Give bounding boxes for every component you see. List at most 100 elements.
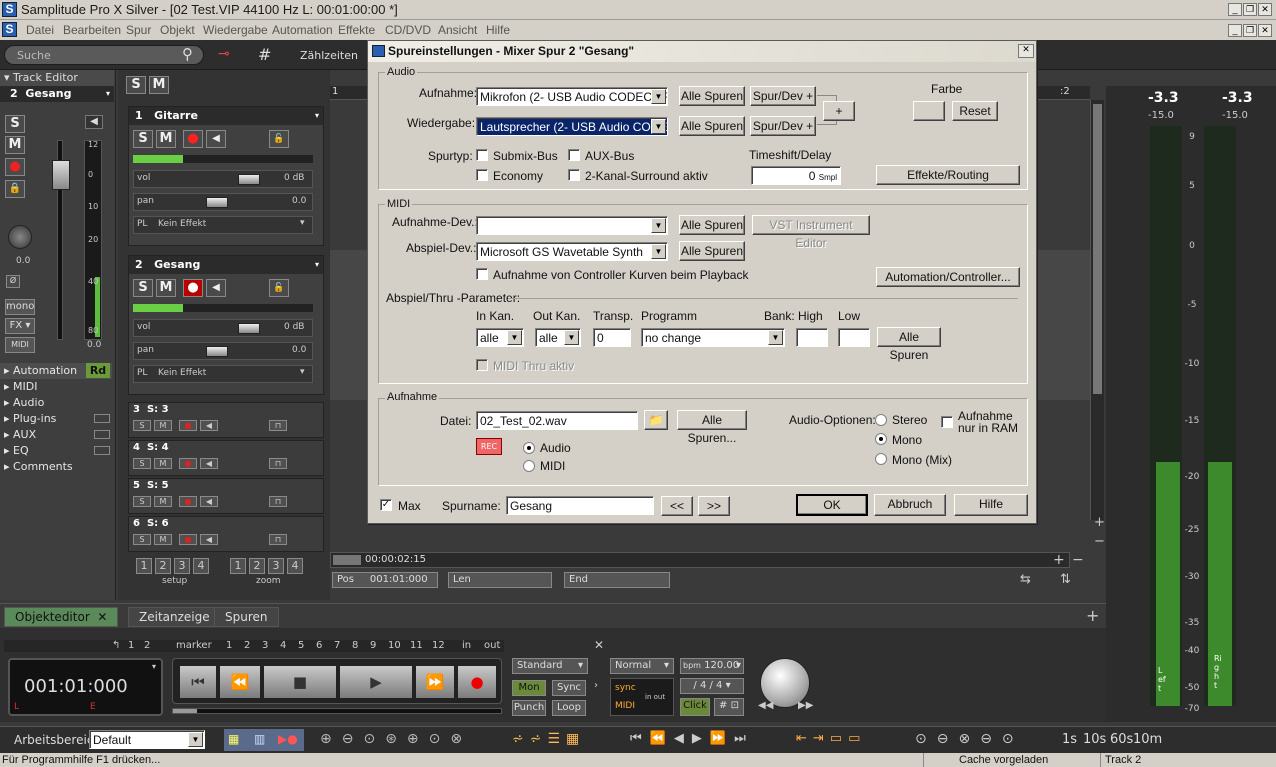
transp-input[interactable]: 0	[593, 328, 631, 347]
strip-solo-button[interactable]: S	[133, 458, 151, 469]
spur-dev-plus-button[interactable]: Spur/Dev +	[750, 116, 816, 136]
monitor-button[interactable]: Mon	[512, 680, 546, 696]
track-editor-header[interactable]: ▾ Track Editor	[0, 70, 114, 86]
track-selector[interactable]: 2 Gesang ▾	[0, 86, 114, 102]
dropdown-icon[interactable]: ▾	[152, 662, 156, 671]
zaehlzeiten-label[interactable]: Zählzeiten	[300, 49, 358, 62]
surround-checkbox[interactable]	[568, 169, 580, 181]
in-kan-select[interactable]: alle ▼	[476, 328, 524, 347]
zoom-10s[interactable]: 10s	[1083, 732, 1106, 747]
volume-slider[interactable]: vol 0 dB	[133, 319, 313, 337]
marker-num[interactable]: 12	[432, 640, 445, 651]
datei-input[interactable]: 02_Test_02.wav	[476, 411, 638, 430]
marker-num[interactable]: 7	[334, 640, 340, 651]
mono-radio[interactable]	[875, 433, 887, 445]
submix-bus-checkbox[interactable]	[476, 149, 488, 161]
strip-monitor-icon[interactable]: ◀	[200, 420, 218, 431]
spurname-input[interactable]: Gesang	[506, 496, 654, 515]
view-tools-icon[interactable]: ⊙⊖⊗⊖⊙	[915, 731, 1024, 747]
effekte-routing-button[interactable]: Effekte/Routing	[876, 165, 1020, 185]
spur-dev-plus-button[interactable]: Spur/Dev +	[750, 86, 816, 106]
strip-name[interactable]: 3 S: 3	[133, 404, 169, 415]
strip-mute-button[interactable]: M	[154, 458, 172, 469]
ok-button[interactable]: OK	[796, 494, 868, 516]
setup-button[interactable]: 2	[155, 558, 171, 574]
zoom-60s[interactable]: 60s	[1110, 732, 1133, 747]
fast-forward-icon[interactable]: ⏩	[415, 665, 455, 699]
zoom-button[interactable]: 2	[249, 558, 265, 574]
marker-num[interactable]: 6	[316, 640, 322, 651]
fx-button[interactable]: FX ▾	[5, 318, 35, 334]
tab-zeitanzeige[interactable]: Zeitanzeige	[128, 607, 221, 627]
position-slider[interactable]	[172, 708, 502, 714]
rewind-icon[interactable]: ⏪	[219, 665, 261, 699]
strip-lock-icon[interactable]: ⊓	[269, 496, 287, 507]
stereo-radio[interactable]	[875, 414, 887, 426]
previous-track-button[interactable]: <<	[661, 496, 693, 516]
phase-icon[interactable]: Ø	[6, 275, 20, 288]
automation-mode-badge[interactable]: Rd	[86, 363, 110, 378]
strip-header[interactable]: 1 Gitarre ▾	[129, 107, 323, 125]
click-button[interactable]: Click	[680, 698, 710, 716]
zoom-10m[interactable]: 10m	[1133, 732, 1162, 747]
marker-num[interactable]: 8	[352, 640, 358, 651]
strip-solo-button[interactable]: S	[133, 279, 153, 297]
marker-num[interactable]: 9	[370, 640, 376, 651]
end-field[interactable]: End	[564, 572, 670, 588]
strip-solo-button[interactable]: S	[133, 496, 151, 507]
add-device-button[interactable]: +	[823, 101, 855, 121]
section-plugins[interactable]: ▸ Plug-ins	[0, 411, 112, 427]
record-arm-button[interactable]: ●	[5, 158, 25, 176]
edit-tool-icon[interactable]: ▦	[228, 732, 239, 746]
global-solo-button[interactable]: S	[126, 76, 146, 94]
lock-icon[interactable]: 🔒	[5, 180, 25, 198]
menu-automation[interactable]: Automation	[272, 23, 333, 37]
alle-spuren-button[interactable]: Alle Spuren	[877, 327, 941, 362]
marker-num[interactable]: 4	[280, 640, 286, 651]
swap-vertical-icon[interactable]: ⇅	[1060, 572, 1071, 587]
document-icon[interactable]: S	[2, 22, 17, 37]
doc-restore-icon[interactable]: ❐	[1243, 24, 1257, 37]
zoom-button[interactable]: 3	[268, 558, 284, 574]
setup-button[interactable]: 4	[193, 558, 209, 574]
strip-solo-button[interactable]: S	[133, 534, 151, 545]
marker-num[interactable]: 3	[262, 640, 268, 651]
vertical-scrollbar[interactable]	[1090, 100, 1104, 520]
pan-knob[interactable]	[8, 225, 32, 249]
tab-spuren[interactable]: Spuren	[214, 607, 279, 627]
strip-lock-icon[interactable]: ⊓	[269, 534, 287, 545]
range-tools-icon[interactable]: ⇤⇥▭▭	[796, 731, 866, 746]
horizontal-scrollbar[interactable]: 00:00:02:15	[330, 552, 1070, 568]
wiedergabe-device-select[interactable]: Lautsprecher (2- USB Audio CODE ▼	[476, 117, 668, 136]
menu-wiedergabe[interactable]: Wiedergabe	[203, 23, 268, 37]
folder-icon[interactable]: 📁	[644, 410, 668, 430]
mute-button[interactable]: M	[5, 136, 25, 154]
playback-mode-select[interactable]: Normal ▾	[610, 658, 674, 674]
add-tab-icon[interactable]: +	[1086, 606, 1099, 625]
menu-bearbeiten[interactable]: Bearbeiten	[63, 23, 121, 37]
record-tool-icon[interactable]: ▶●	[278, 732, 298, 746]
close-transport-icon[interactable]: ✕	[594, 638, 604, 652]
menu-effekte[interactable]: Effekte	[338, 23, 375, 37]
section-comments[interactable]: ▸ Comments	[0, 459, 112, 475]
peak-left-value[interactable]: -3.3	[1148, 90, 1179, 106]
navigation-icons[interactable]: ⏮⏪◀▶⏩⏭	[630, 731, 754, 746]
length-field[interactable]: Len	[448, 572, 552, 588]
alle-spuren-dots-button[interactable]: Alle Spuren...	[677, 410, 747, 445]
midi-button[interactable]: MIDI	[5, 337, 35, 353]
controller-kurven-checkbox[interactable]	[476, 268, 488, 280]
setup-button[interactable]: 1	[136, 558, 152, 574]
marker-in[interactable]: in	[462, 640, 471, 651]
solo-button[interactable]: S	[5, 115, 25, 133]
alle-spuren-button[interactable]: Alle Spuren	[679, 116, 745, 136]
economy-checkbox[interactable]	[476, 169, 488, 181]
search-input[interactable]: Suche	[4, 45, 204, 65]
global-mute-button[interactable]: M	[149, 76, 169, 94]
bpm-field[interactable]: bpm 120.00 ▾	[680, 658, 744, 674]
mono-mix-radio[interactable]	[875, 453, 887, 465]
zoom-out-icon[interactable]: −	[1094, 534, 1106, 549]
jog-left-icon[interactable]: ◀◀	[758, 700, 773, 711]
alle-spuren-button[interactable]: Alle Spuren	[679, 215, 745, 235]
swap-horizontal-icon[interactable]: ⇆	[1020, 572, 1031, 587]
position-field[interactable]: Pos 001:01:000	[332, 572, 438, 588]
